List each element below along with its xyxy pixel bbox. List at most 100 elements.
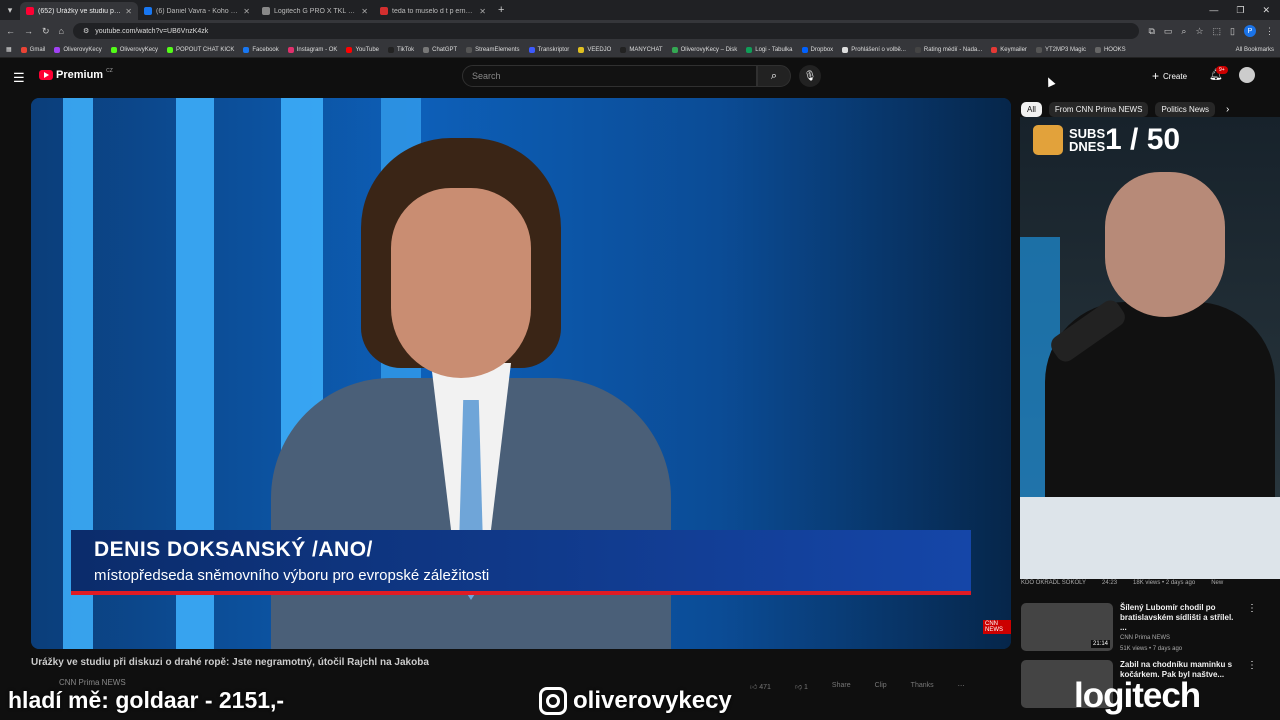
bookmark-item[interactable]: MANYCHAT <box>620 46 663 53</box>
bookmark-label: Instagram - OK <box>296 46 338 53</box>
tab-close-icon[interactable]: ✕ <box>479 7 486 16</box>
bookmark-favicon-icon <box>287 46 294 53</box>
tab-search-icon[interactable]: ▾ <box>0 0 20 20</box>
bookmark-item[interactable]: POPOUT CHAT KICK <box>167 46 235 53</box>
bookmark-item[interactable]: OliverovyKecy – Disk <box>671 46 738 53</box>
more-vert-icon[interactable]: ⋮ <box>1247 603 1257 655</box>
clip-button[interactable]: Clip <box>875 682 887 691</box>
subs-label: SUBS DNES <box>1069 126 1106 154</box>
like-button[interactable]: 👍︎ 471 <box>750 682 771 691</box>
tab-title: Logitech G PRO X TKL LIGHTSP <box>274 7 357 15</box>
bookmark-item[interactable]: Transkriptor <box>528 46 569 53</box>
extensions-icon[interactable]: ⬚ <box>1213 26 1222 37</box>
account-avatar[interactable] <box>1239 67 1255 83</box>
browser-tab-3[interactable]: Logitech G PRO X TKL LIGHTSP ✕ <box>256 2 374 20</box>
browser-tab-2[interactable]: (6) Daniel Vavra - Koho číst a sl ✕ <box>138 2 256 20</box>
tab-title: teda to muselo d t p ernou pr <box>392 7 476 15</box>
lower-third-name: DENIS DOKSANSKÝ /ANO/ <box>94 538 373 561</box>
dislike-button[interactable]: 👎︎ 1 <box>795 682 808 691</box>
bookmark-item[interactable]: Keymailer <box>991 46 1027 53</box>
bookmark-item[interactable]: TikTok <box>388 46 414 53</box>
bookmark-favicon-icon <box>423 46 430 53</box>
bookmark-item[interactable]: HOOKS <box>1094 46 1126 53</box>
bookmark-label: ChatGPT <box>432 46 458 53</box>
browser-tab-4[interactable]: teda to muselo d t p ernou pr ✕ <box>374 2 492 20</box>
bookmark-item[interactable]: OliverovyKecy <box>54 46 102 53</box>
address-bar[interactable]: ⚙ youtube.com/watch?v=UB6VnzK4zk <box>72 23 1140 39</box>
create-button[interactable]: + Create <box>1152 69 1187 83</box>
bookmark-favicon-icon <box>20 46 27 53</box>
close-window-icon[interactable]: ✕ <box>1262 5 1270 16</box>
youtube-logo[interactable]: Premium CZ <box>39 68 113 81</box>
cast-icon[interactable]: ▭ <box>1164 26 1173 37</box>
home-icon[interactable]: ⌂ <box>59 26 64 36</box>
video-player[interactable]: DENIS DOKSANSKÝ /ANO/ místopředseda sněm… <box>31 98 1011 649</box>
tab-close-icon[interactable]: ✕ <box>361 7 368 16</box>
maximize-icon[interactable]: ❐ <box>1236 5 1244 16</box>
new-badge: New <box>1211 580 1224 586</box>
notification-badge: 9+ <box>1216 66 1228 74</box>
related-duration: 24:23 <box>1102 580 1118 586</box>
chip-politics[interactable]: Politics News <box>1155 102 1216 117</box>
bookmarks-bar: ▦ Gmail OliverovyKecy OliverovyKecy POPOUT … <box>0 42 1280 58</box>
related-item-partial[interactable]: KDO OKRADL SOKOLY 24:23 18K views • 2 da… <box>1021 580 1271 586</box>
bookmark-item[interactable]: YouTube <box>346 46 379 53</box>
sidepanel-icon[interactable]: ▯ <box>1230 26 1235 37</box>
bookmark-star-icon[interactable]: ☆ <box>1195 26 1203 37</box>
more-actions-icon[interactable]: ⋯ <box>958 682 965 691</box>
bookmark-favicon-icon <box>620 46 627 53</box>
bookmark-item[interactable]: Logi - Tabulka <box>746 46 793 53</box>
bookmark-item[interactable]: Dropbox <box>801 46 833 53</box>
share-button[interactable]: Share <box>832 682 851 691</box>
bookmark-favicon-icon <box>110 46 117 53</box>
channel-name[interactable]: CNN Prima NEWS <box>59 678 126 687</box>
browser-tab-1[interactable]: (652) Urážky ve studiu při d ✕ <box>20 2 138 20</box>
browser-menu-icon[interactable]: ⋮ <box>1265 26 1274 37</box>
tab-close-icon[interactable]: ✕ <box>243 7 250 16</box>
related-thumbnail[interactable]: 21:14 <box>1021 603 1113 651</box>
bookmark-item[interactable]: ChatGPT <box>423 46 458 53</box>
tab-close-icon[interactable]: ✕ <box>125 7 132 16</box>
site-info-icon[interactable]: ⚙ <box>83 27 89 35</box>
bookmark-label: Prohlášení o volbě... <box>851 46 906 53</box>
chevron-right-icon[interactable]: › <box>1222 102 1233 117</box>
reload-icon[interactable]: ↻ <box>42 26 50 37</box>
hamburger-menu-icon[interactable]: ☰ <box>13 70 25 86</box>
forward-icon[interactable]: → <box>24 26 33 36</box>
bookmark-item[interactable]: Rating médií - Nada... <box>914 46 982 53</box>
chip-all[interactable]: All <box>1021 102 1042 117</box>
bookmark-item[interactable]: OliverovyKecy <box>110 46 158 53</box>
video-actions: 👍︎ 471 👎︎ 1 Share Clip Thanks ⋯ <box>750 682 965 691</box>
bookmark-label: OliverovyKecy – Disk <box>680 46 738 53</box>
bookmark-item[interactable]: StreamElements <box>466 46 520 53</box>
logo-country: CZ <box>106 68 113 74</box>
bookmark-favicon-icon <box>991 46 998 53</box>
more-vert-icon[interactable]: ⋮ <box>1247 660 1257 712</box>
thanks-button[interactable]: Thanks <box>911 682 934 691</box>
apps-icon[interactable]: ▦ <box>6 46 12 53</box>
new-tab-icon[interactable]: + <box>492 4 510 16</box>
back-icon[interactable]: ← <box>6 26 15 36</box>
minimize-icon[interactable]: — <box>1209 5 1218 16</box>
bookmark-label: POPOUT CHAT KICK <box>176 46 235 53</box>
profile-avatar[interactable]: P <box>1244 25 1256 37</box>
related-item[interactable]: 21:14 Šílený Lubomír chodil po bratislav… <box>1021 603 1271 655</box>
facebook-favicon-icon <box>144 7 152 15</box>
bookmark-item[interactable]: Prohlášení o volbě... <box>842 46 906 53</box>
translate-icon[interactable]: ⧉ <box>1148 26 1154 37</box>
bookmark-favicon-icon <box>801 46 808 53</box>
microphone-icon[interactable]: 🎙 <box>799 65 821 87</box>
bookmark-item[interactable]: Instagram - OK <box>287 46 338 53</box>
streamer-head <box>1105 172 1225 317</box>
chip-channel[interactable]: From CNN Prima NEWS <box>1048 102 1149 117</box>
bookmark-favicon-icon <box>842 46 849 53</box>
speaker-face <box>391 188 531 378</box>
search-input[interactable]: Search <box>462 65 757 87</box>
bookmark-item[interactable]: Gmail <box>20 46 45 53</box>
bookmark-item[interactable]: YT2MP3 Magic <box>1035 46 1086 53</box>
zoom-icon[interactable]: ⌕ <box>1181 26 1186 37</box>
all-bookmarks[interactable]: All Bookmarks <box>1236 47 1274 53</box>
bookmark-item[interactable]: VEEDJO <box>578 46 611 53</box>
search-icon[interactable]: ⌕ <box>757 65 791 87</box>
bookmark-item[interactable]: Facebook <box>243 46 279 53</box>
